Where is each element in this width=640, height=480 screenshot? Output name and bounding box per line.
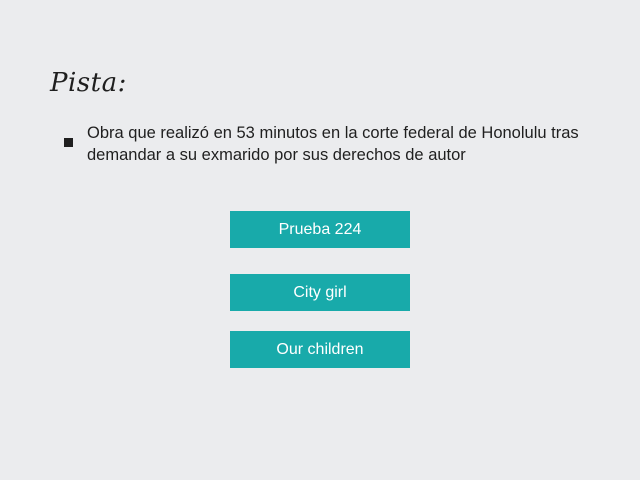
hint-text: Obra que realizó en 53 minutos en la cor… xyxy=(87,124,579,164)
hint-title: Pista: xyxy=(50,68,127,98)
bullet-square-icon xyxy=(64,138,73,147)
option-button-our-children[interactable]: Our children xyxy=(230,331,410,368)
option-button-city-girl[interactable]: City girl xyxy=(230,274,410,311)
option-button-prueba-224[interactable]: Prueba 224 xyxy=(230,211,410,248)
hint-item: Obra que realizó en 53 minutos en la cor… xyxy=(64,122,624,166)
